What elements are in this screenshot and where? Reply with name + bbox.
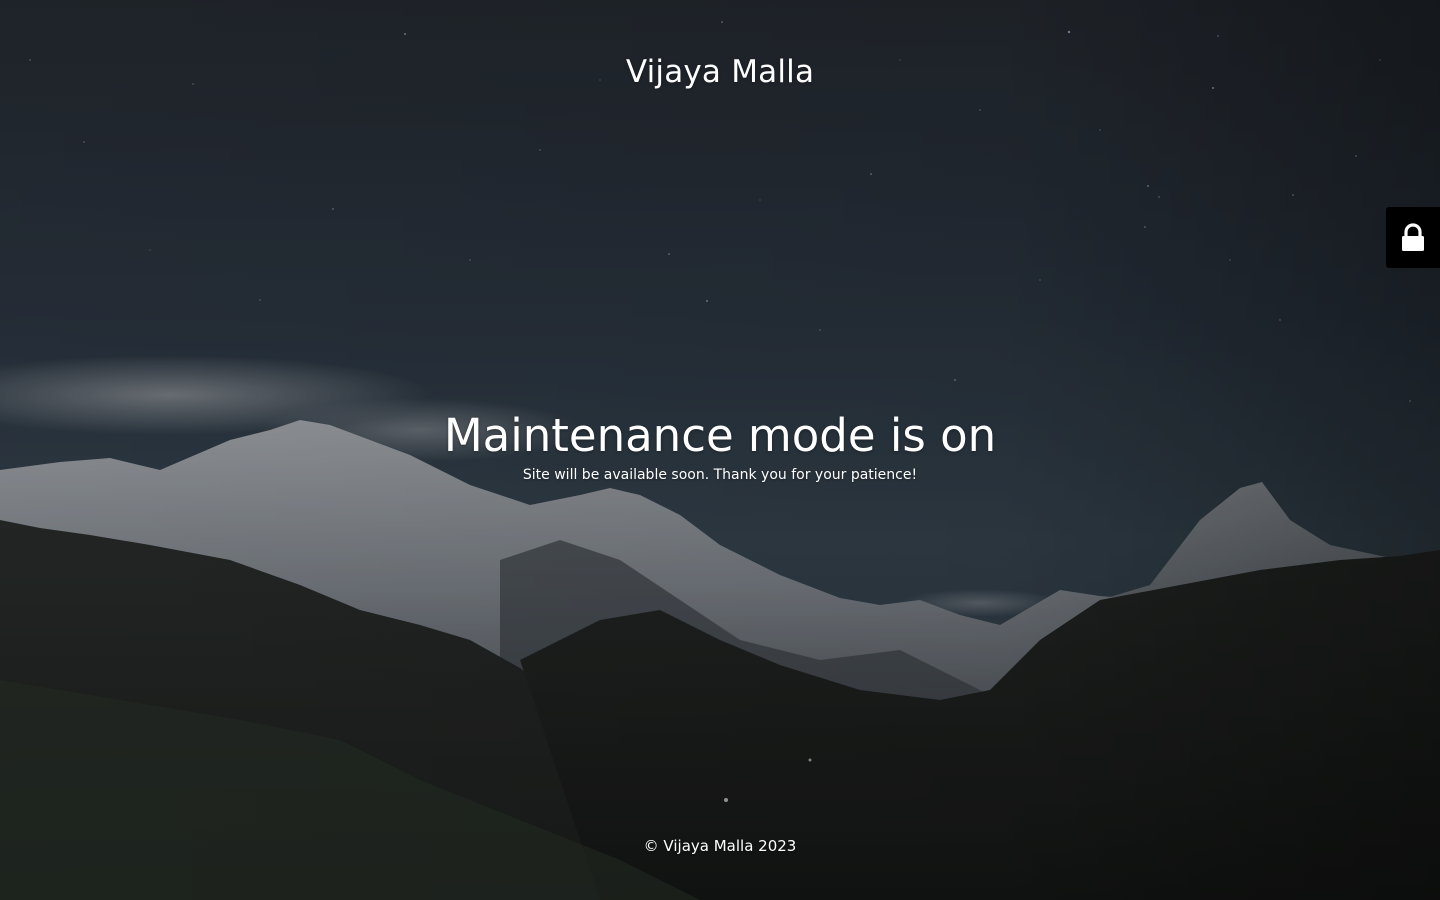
footer-copyright: © Vijaya Malla 2023 — [643, 837, 797, 855]
maintenance-headline: Maintenance mode is on — [443, 409, 997, 462]
site-title: Vijaya Malla — [625, 54, 815, 90]
login-toggle-button[interactable] — [1386, 207, 1440, 268]
maintenance-message: Site will be available soon. Thank you f… — [522, 467, 918, 483]
lock-icon — [1400, 222, 1426, 253]
